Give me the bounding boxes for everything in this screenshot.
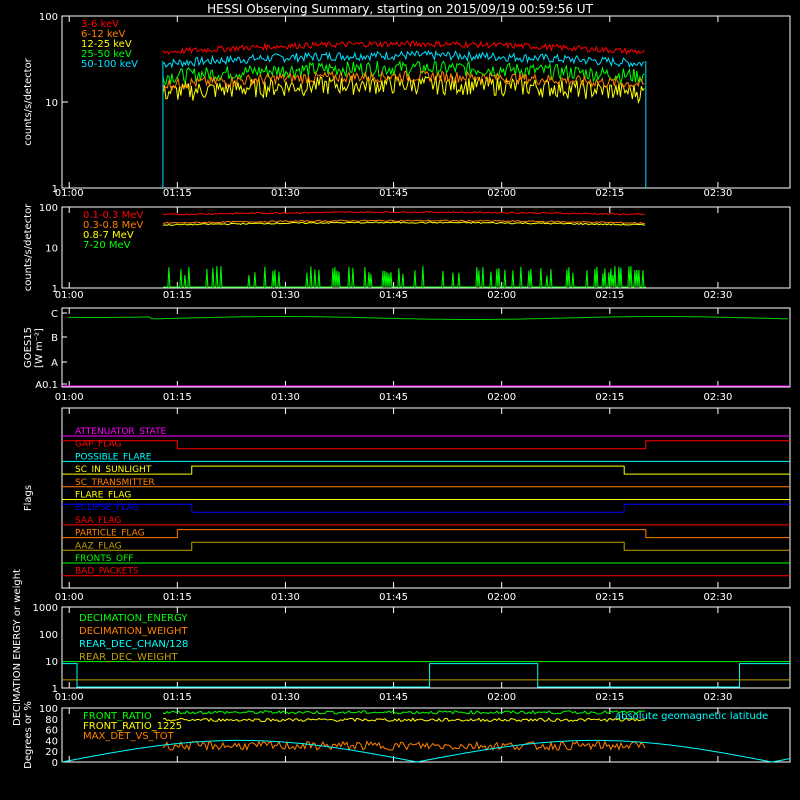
x-tick-label: 01:45 [379,592,408,603]
x-tick-label: 02:30 [704,392,733,403]
x-tick-label: 02:30 [704,188,733,199]
x-tick-label: 01:30 [271,592,300,603]
x-tick-label: 01:15 [163,692,192,703]
legend-entry: absolute geomagnetic latitude [615,711,768,722]
y-tick-label: 0 [52,758,58,769]
legend-entry: 7-20 MeV [83,240,131,251]
legend-entry: 50-100 keV [81,59,138,70]
x-tick-label: 02:15 [595,692,624,703]
legend-entry: MAX_DET_VS_TOT [83,731,175,742]
x-tick-label: 01:45 [379,692,408,703]
observing-summary-plot: HESSI Observing Summary, starting on 201… [0,0,800,800]
y-axis-label: Flags [23,485,34,511]
x-tick-label: 02:00 [487,188,516,199]
legend-entry: REAR_DEC_WEIGHT [79,652,178,663]
x-tick-label: 01:00 [55,692,84,703]
y-tick-label: 1000 [33,603,58,614]
y-tick-label: 100 [39,704,58,715]
x-tick-label: 01:00 [55,188,84,199]
x-tick-label: 01:30 [271,692,300,703]
x-tick-label: 02:30 [704,592,733,603]
legend-entry: DECIMATION_ENERGY [79,613,188,624]
x-tick-label: 02:15 [595,290,624,301]
x-tick-label: 01:45 [379,188,408,199]
x-tick-label: 01:30 [271,392,300,403]
y-tick-label: A [51,358,58,369]
x-tick-label: 02:00 [487,290,516,301]
y-tick-label: 20 [45,747,58,758]
x-tick-label: 01:45 [379,392,408,403]
y-tick-label: 40 [45,736,58,747]
legend-entry: DECIMATION_WEIGHT [79,626,188,637]
y-tick-label: 60 [45,726,58,737]
x-tick-label: 02:30 [704,290,733,301]
y-axis-label: Degrees or % [23,701,34,769]
x-tick-label: 01:30 [271,290,300,301]
y-axis-label: counts/s/detector [23,203,34,291]
x-tick-label: 02:15 [595,592,624,603]
y-tick-label: C [51,309,58,320]
y-tick-label: 100 [39,12,58,23]
x-tick-label: 01:30 [271,188,300,199]
chart-title: HESSI Observing Summary, starting on 201… [207,2,593,16]
y-tick-label: 100 [39,203,58,214]
y-tick-label: 10 [45,98,58,109]
y-tick-label: 10 [45,657,58,668]
y-tick-label: B [51,333,58,344]
y-tick-label: 1 [52,184,58,195]
x-tick-label: 01:00 [55,592,84,603]
x-tick-label: 02:15 [595,392,624,403]
x-tick-label: 01:15 [163,392,192,403]
x-tick-label: 02:15 [595,188,624,199]
x-tick-label: 01:15 [163,592,192,603]
x-tick-label: 01:15 [163,188,192,199]
y-tick-label: 1 [52,284,58,295]
x-tick-label: 02:00 [487,392,516,403]
y-tick-label: 1 [52,684,58,695]
x-tick-label: 02:00 [487,692,516,703]
y-axis-label: GOES15 [23,327,34,368]
y-tick-label: A0.1 [35,380,58,391]
y-tick-label: 80 [45,715,58,726]
x-tick-label: 01:00 [55,290,84,301]
y-axis-label: DECIMATION ENERGY or weight [12,569,23,726]
x-tick-label: 01:00 [55,392,84,403]
y-axis-label: counts/s/detector [23,57,34,145]
x-tick-label: 02:30 [704,692,733,703]
x-tick-label: 01:45 [379,290,408,301]
x-tick-label: 02:00 [487,592,516,603]
y-tick-label: 10 [45,244,58,255]
x-tick-label: 01:15 [163,290,192,301]
legend-entry: REAR_DEC_CHAN/128 [79,639,188,650]
y-tick-label: 100 [39,630,58,641]
y-axis-unit: [W m⁻²] [34,328,45,368]
